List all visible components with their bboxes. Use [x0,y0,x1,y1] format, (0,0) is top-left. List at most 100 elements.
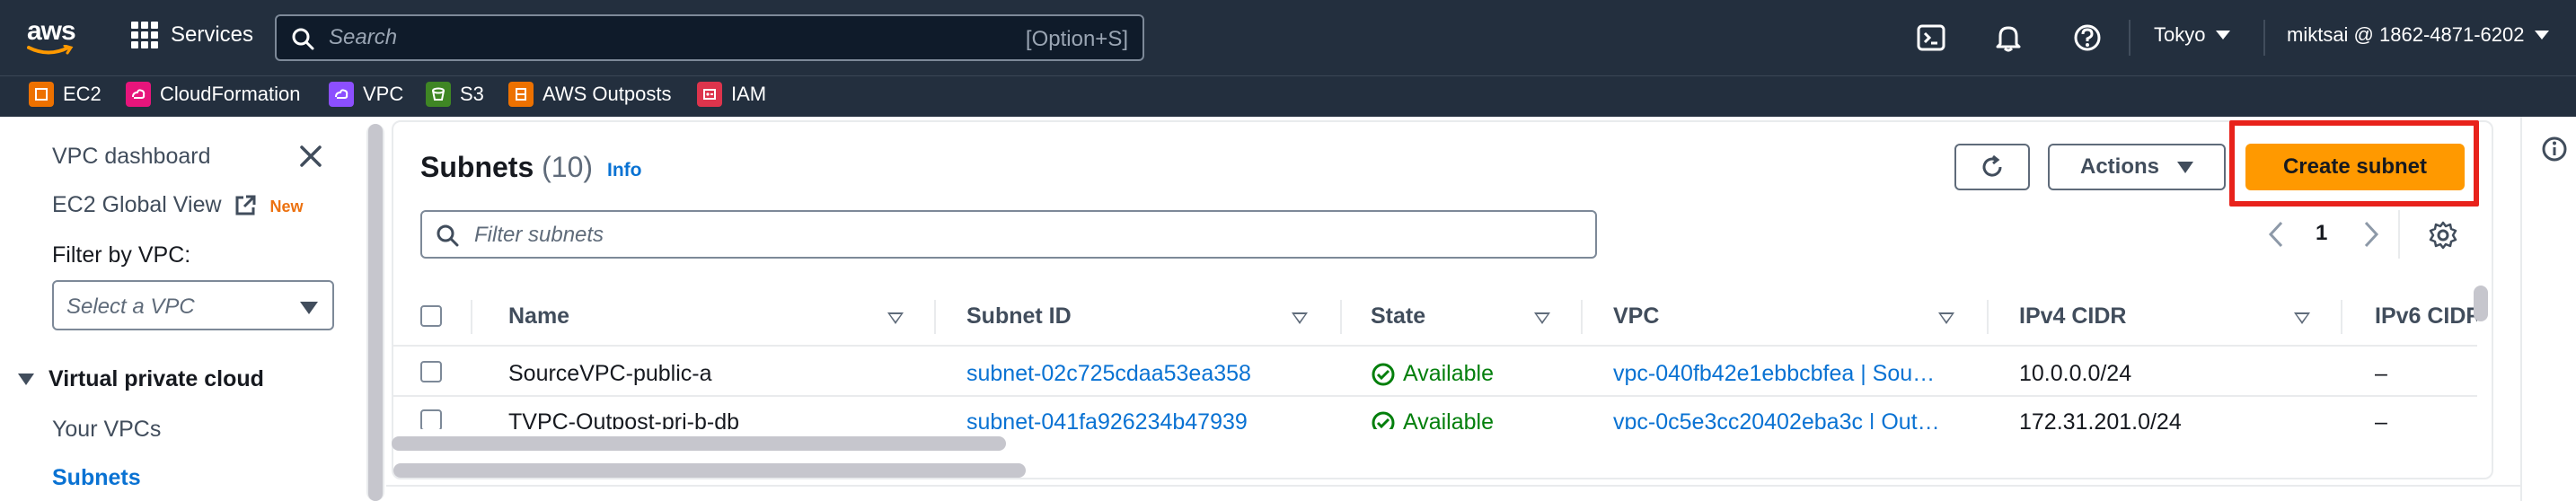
sidebar-item-ec2-global-view[interactable]: EC2 Global View New [52,192,304,218]
column-divider[interactable] [1987,300,1989,334]
column-header-state[interactable]: State [1371,303,1425,330]
global-search-input[interactable] [329,23,957,52]
favorite-s3[interactable]: S3 [426,82,484,107]
services-label: Services [171,22,254,47]
sidebar-item-label: EC2 Global View [52,192,222,217]
info-icon[interactable] [2540,135,2569,163]
vpc-link[interactable]: vpc-040fb42e1ebbcbfea | Sou… [1613,361,1972,387]
external-link-icon [235,195,256,215]
section-label: Virtual private cloud [49,366,264,391]
s3-service-icon [426,82,451,107]
favorite-ec2[interactable]: EC2 [29,82,101,107]
notifications-bell-icon[interactable] [1992,22,2025,54]
info-link[interactable]: Info [607,160,641,181]
close-sidebar-icon[interactable] [296,142,325,171]
previous-page-icon[interactable] [2265,219,2287,250]
select-all-checkbox[interactable] [420,305,442,327]
account-label: miktsai @ 1862-4871-6202 [2287,23,2525,46]
subnet-name: SourceVPC-public-a [508,361,712,386]
state-cell: Available [1371,409,1494,429]
subnet-id-link[interactable]: subnet-041fa926234b47939 [966,409,1248,429]
search-icon [292,28,314,50]
table-vertical-scrollbar[interactable] [2474,286,2488,321]
next-page-icon[interactable] [2360,219,2382,250]
global-search[interactable]: [Option+S] [275,14,1144,61]
favorite-cloudformation[interactable]: CloudFormation [126,82,301,107]
region-selector[interactable]: Tokyo [2154,23,2231,47]
sidebar-scrollbar[interactable] [366,124,384,501]
nav-divider [2129,20,2130,56]
actions-button[interactable]: Actions [2048,144,2226,190]
ipv4-cidr: 172.31.201.0/24 [2019,409,2182,429]
top-navigation: aws Services [Option+S] Tokyo miktsai @ … [0,0,2576,75]
vpc-link[interactable]: vpc-0c5e3cc20402eba3c | Out… [1613,409,1972,429]
account-menu[interactable]: miktsai @ 1862-4871-6202 [2287,23,2550,47]
row-checkbox[interactable] [420,361,442,382]
sidebar-item-your-vpcs[interactable]: Your VPCs [52,417,161,443]
filter-subnets-input[interactable] [474,221,1552,250]
favorites-bar: EC2 CloudFormation VPC S3 AWS Outposts I… [0,75,2576,117]
subnet-filter[interactable] [420,210,1597,259]
subnet-count: (10) [542,151,594,183]
table-row[interactable]: SourceVPC-public-a subnet-02c725cdaa53ea… [392,348,2477,397]
pager-divider [2398,210,2400,259]
favorite-vpc[interactable]: VPC [329,82,403,107]
refresh-icon [1982,154,2002,177]
ipv6-cidr: – [2375,409,2387,429]
column-divider [471,300,472,334]
ec2-service-icon [29,82,54,107]
favorite-iam[interactable]: IAM [697,82,766,107]
sort-icon[interactable] [1292,312,1308,324]
column-divider[interactable] [934,300,936,334]
column-header-vpc[interactable]: VPC [1613,303,1659,330]
caret-down-icon [18,374,34,385]
state-cell: Available [1371,361,1494,387]
current-page[interactable]: 1 [2316,221,2327,246]
column-header-subnet-id[interactable]: Subnet ID [966,303,1072,330]
search-icon [437,224,459,247]
column-header-ipv6-cidr[interactable]: IPv6 CIDR [2375,303,2477,330]
column-divider[interactable] [1581,300,1583,334]
state-label: Available [1403,409,1495,429]
subnets-table: Name Subnet ID State VPC IPv4 CIDR IPv6 … [392,286,2477,429]
aws-logo[interactable]: aws [27,18,81,57]
column-divider[interactable] [2341,300,2342,334]
page-horizontal-scrollbar[interactable] [393,463,1026,478]
help-icon[interactable] [2071,22,2104,54]
check-circle-icon [1372,411,1395,429]
gear-icon[interactable] [2427,219,2459,251]
cloudshell-icon[interactable] [1915,22,1947,54]
column-header-ipv4-cidr[interactable]: IPv4 CIDR [2019,303,2126,330]
column-divider[interactable] [1340,300,1342,334]
table-horizontal-scrollbar[interactable] [392,436,1006,451]
sidebar-section-virtual-private-cloud[interactable]: Virtual private cloud [18,366,264,392]
sort-icon[interactable] [887,312,904,324]
row-checkbox[interactable] [420,409,442,429]
divider [386,485,2576,487]
sort-icon[interactable] [1534,312,1550,324]
favorite-label: CloudFormation [160,83,301,105]
sidebar-scroll-thumb[interactable] [368,124,383,501]
account-caret-icon [2535,31,2550,40]
subnet-name: TVPC-Outpost-pri-b-db [508,409,740,429]
sidebar-item-vpc-dashboard[interactable]: VPC dashboard [52,144,211,170]
column-header-name[interactable]: Name [508,303,569,330]
sort-icon[interactable] [2294,312,2310,324]
subnet-id-link[interactable]: subnet-02c725cdaa53ea358 [966,361,1251,387]
table-row[interactable]: TVPC-Outpost-pri-b-db subnet-041fa926234… [392,397,2477,429]
favorite-label: VPC [363,83,404,105]
sidebar-item-subnets[interactable]: Subnets [52,465,141,491]
services-menu[interactable]: Services [131,22,253,48]
cloudformation-service-icon [126,82,151,107]
create-subnet-button[interactable]: Create subnet [2245,144,2465,190]
favorite-aws-outposts[interactable]: AWS Outposts [508,82,671,107]
sort-icon[interactable] [1938,312,1954,324]
vpc-filter-select[interactable]: Select a VPC [52,280,334,330]
refresh-button[interactable] [1954,144,2030,190]
table-header: Name Subnet ID State VPC IPv4 CIDR IPv6 … [392,286,2477,347]
favorite-label: S3 [460,83,484,105]
new-badge: New [269,198,304,215]
page-title: Subnets (10) [420,151,593,184]
state-label: Available [1403,361,1495,386]
services-grid-icon [131,22,158,48]
